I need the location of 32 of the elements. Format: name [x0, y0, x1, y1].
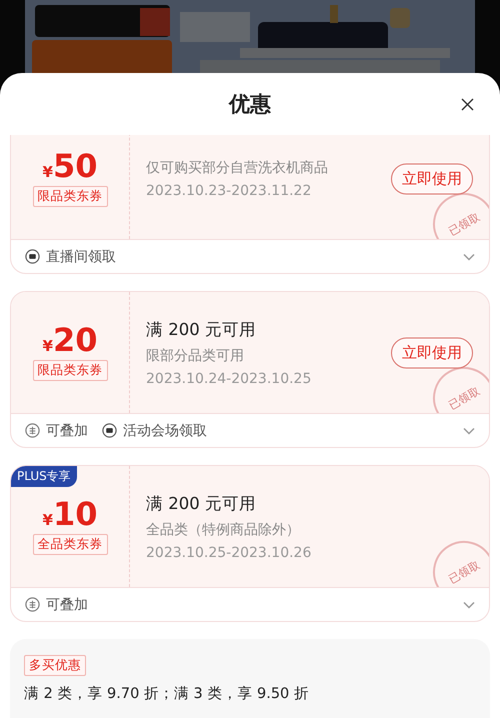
- coupon-condition: 满 200 元可用: [146, 492, 256, 514]
- stack-icon: [25, 423, 40, 438]
- coupon-condition: 满 200 元可用: [146, 318, 256, 340]
- coupon-amount: ¥50: [42, 150, 98, 182]
- chevron-down-icon[interactable]: [463, 600, 475, 608]
- coupon-note: 可叠加: [46, 596, 88, 614]
- use-now-button[interactable]: 立即使用: [391, 337, 473, 368]
- coupon-scope: 限部分品类可用: [146, 346, 244, 364]
- coupon-note: 直播间领取: [46, 248, 116, 266]
- ticket-icon: [102, 423, 117, 438]
- chevron-down-icon[interactable]: [463, 426, 475, 434]
- coupon-type-tag: 限品类东券: [32, 360, 108, 381]
- promo-text: 满 2 类，享 9.70 折；满 3 类，享 9.50 折: [24, 684, 309, 703]
- ticket-icon: [25, 249, 40, 264]
- coupon-validity: 2023.10.25-2023.10.26: [146, 544, 312, 560]
- use-now-button[interactable]: 立即使用: [391, 163, 473, 194]
- stack-icon: [25, 597, 40, 612]
- promo-tag: 多买优惠: [24, 655, 86, 676]
- coupon-amount: ¥20: [42, 324, 98, 356]
- coupon-amount: ¥10: [42, 498, 98, 530]
- coupon-note: 可叠加: [46, 422, 88, 440]
- chevron-down-icon[interactable]: [463, 252, 475, 260]
- coupon-validity: 2023.10.23-2023.11.22: [146, 182, 312, 198]
- coupon-scope: 仅可购买部分自营洗衣机商品: [146, 158, 328, 176]
- coupon-validity: 2023.10.24-2023.10.25: [146, 370, 312, 386]
- sheet-title: 优惠: [229, 91, 271, 118]
- coupon-note: 活动会场领取: [123, 422, 207, 440]
- coupon-type-tag: 全品类东券: [32, 534, 108, 555]
- close-icon[interactable]: [461, 98, 474, 111]
- plus-badge: PLUS专享: [11, 466, 77, 487]
- coupon-scope: 全品类（特例商品除外）: [146, 520, 300, 538]
- coupon-type-tag: 限品类东券: [32, 186, 108, 207]
